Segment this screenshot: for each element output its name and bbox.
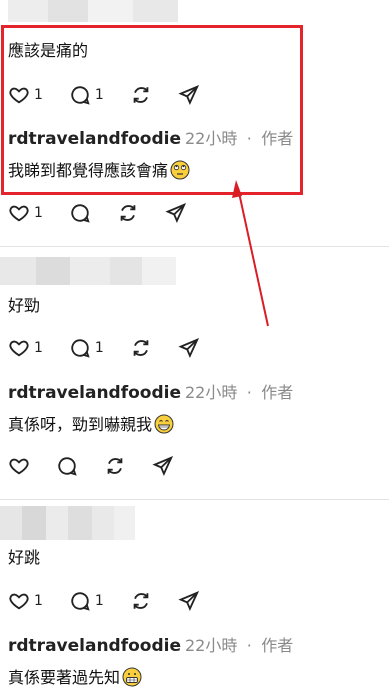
highlight-box [1, 25, 303, 195]
like-button[interactable]: 1 [8, 590, 43, 612]
share-icon [178, 338, 199, 359]
author-badge: 作者 [261, 636, 294, 655]
reply-text-line: 真係呀，勁到嚇親我 [8, 414, 174, 435]
share-icon [178, 591, 199, 612]
share-button[interactable] [178, 590, 200, 612]
divider [0, 246, 389, 247]
comment-icon [58, 457, 77, 476]
author-name[interactable]: rdtravelandfoodie [8, 383, 181, 403]
reply-actions: 1 [8, 200, 213, 226]
repost-icon [133, 593, 149, 609]
repost-button[interactable] [130, 337, 152, 359]
comment-text: 好跳 [8, 548, 41, 567]
reply-count: 1 [94, 593, 104, 609]
blurred-username [0, 257, 176, 285]
reply-actions [8, 453, 200, 479]
blurred-username [8, 0, 178, 22]
share-button[interactable] [152, 455, 174, 477]
comment-actions: 1 1 [8, 588, 226, 614]
grinning-emoji-icon [154, 414, 174, 434]
timestamp: 22小時 [185, 383, 238, 402]
repost-icon [107, 458, 123, 474]
comment-icon [71, 204, 90, 223]
reply-button[interactable]: 1 [69, 590, 104, 612]
separator: · [246, 383, 252, 402]
repost-icon [120, 205, 136, 221]
timestamp: 22小時 [185, 636, 238, 655]
like-button[interactable] [8, 455, 30, 477]
like-count: 1 [34, 205, 43, 221]
reply-count: 1 [94, 340, 104, 356]
heart-icon [9, 340, 29, 357]
blurred-username [0, 506, 135, 540]
like-button[interactable]: 1 [8, 202, 43, 224]
reply-text-line: 真係要著過先知 [8, 667, 142, 688]
like-count: 1 [34, 340, 43, 356]
reply-text: 真係呀，勁到嚇親我 [8, 415, 153, 434]
reply-text: 真係要著過先知 [8, 668, 121, 687]
repost-button[interactable] [117, 202, 139, 224]
heart-icon [9, 458, 29, 475]
repost-button[interactable] [130, 590, 152, 612]
share-button[interactable] [178, 337, 200, 359]
reply-header: rdtravelandfoodie 22小時 · 作者 [8, 382, 293, 404]
like-count: 1 [34, 593, 43, 609]
repost-icon [133, 340, 149, 356]
heart-icon [9, 205, 29, 222]
reply-button[interactable]: 1 [69, 337, 104, 359]
share-button[interactable] [165, 202, 187, 224]
share-icon [165, 203, 186, 224]
author-badge: 作者 [261, 383, 294, 402]
comment-text: 好勁 [8, 296, 41, 315]
share-icon [152, 456, 174, 477]
separator: · [246, 636, 252, 655]
comment-icon [71, 592, 90, 611]
like-button[interactable]: 1 [8, 337, 43, 359]
repost-button[interactable] [104, 455, 126, 477]
reply-button[interactable] [56, 455, 78, 477]
reply-header: rdtravelandfoodie 22小時 · 作者 [8, 635, 293, 657]
comment-icon [71, 339, 90, 358]
comment-actions: 1 1 [8, 335, 226, 361]
grimacing-emoji-icon [122, 667, 142, 687]
heart-icon [9, 593, 29, 610]
divider [0, 499, 389, 500]
reply-button[interactable] [69, 202, 91, 224]
author-name[interactable]: rdtravelandfoodie [8, 636, 181, 656]
